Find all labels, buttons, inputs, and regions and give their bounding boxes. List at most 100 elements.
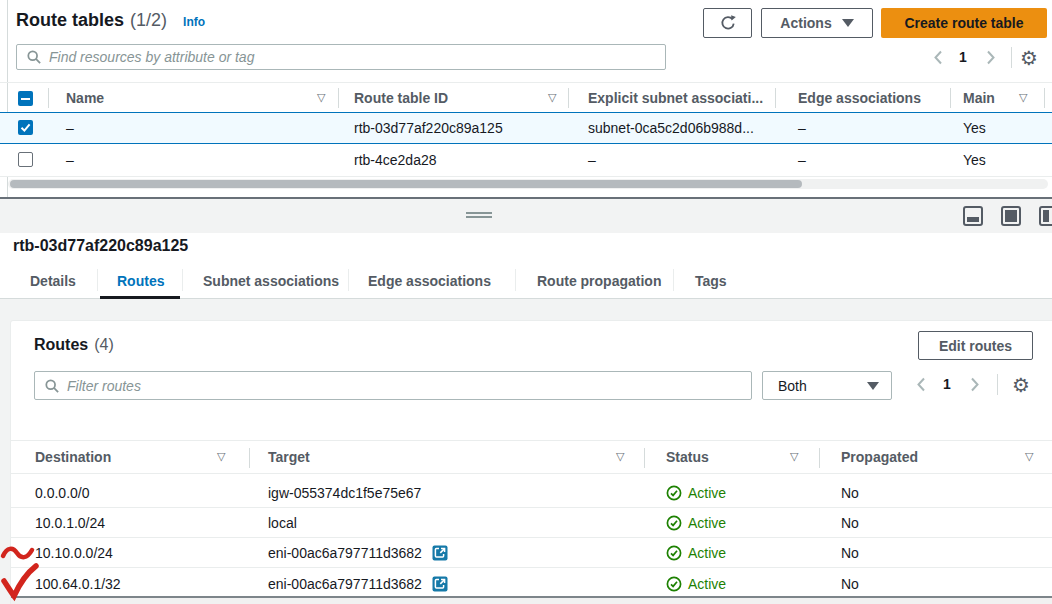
status-active-icon [666, 485, 682, 501]
next-page-icon[interactable] [986, 50, 996, 65]
actions-button[interactable]: Actions [761, 8, 873, 38]
page-title-count: (1/2) [130, 10, 167, 31]
cell-status: Active [688, 485, 726, 501]
route-row: 0.0.0.0/0 igw-055374dc1f5e75e67 Active N… [11, 477, 1052, 508]
status-active-icon [666, 576, 682, 592]
edit-routes-label: Edit routes [939, 338, 1012, 354]
prev-page-icon[interactable] [933, 50, 943, 65]
status-active-icon [666, 515, 682, 531]
route-row: 10.0.1.0/24 local Active No [11, 508, 1052, 538]
cell-status: Active [688, 545, 726, 561]
subnet-link[interactable]: subnet-0ca5c2d06b988d... [588, 120, 754, 136]
target-link[interactable]: eni-00ac6a797711d3682 [268, 576, 422, 592]
next-page-icon[interactable] [970, 377, 980, 392]
both-select-caret-icon [867, 382, 879, 390]
route-tables-page: Route tables (1/2) Info Actions Create r… [0, 0, 1052, 604]
create-route-table-label: Create route table [904, 15, 1023, 31]
column-header-name[interactable]: Name [66, 90, 104, 106]
route-table-id-link[interactable]: rtb-4ce2da28 [354, 152, 437, 168]
column-divider [1044, 88, 1045, 108]
filter-routes-input[interactable]: Filter routes [34, 371, 752, 400]
sort-icon-route-table-id[interactable]: ▽ [548, 91, 556, 104]
cell-edge: – [798, 152, 806, 168]
cell-edge: – [798, 120, 806, 136]
cell-subnet: – [588, 152, 596, 168]
cell-main: Yes [963, 120, 986, 136]
tab-tags[interactable]: Tags [695, 273, 727, 289]
column-divider [338, 88, 339, 108]
column-divider [644, 448, 645, 468]
panel-layout-full-icon[interactable] [1001, 206, 1021, 226]
page-title: Route tables (1/2) Info [16, 10, 205, 31]
refresh-icon [719, 14, 737, 32]
page-number[interactable]: 1 [959, 49, 967, 65]
panel-layout-bottom-icon[interactable] [963, 206, 983, 226]
pagination-divider [997, 374, 998, 395]
search-input[interactable]: Find resources by attribute or tag [16, 44, 666, 70]
cell-name: – [66, 120, 74, 136]
sort-icon-destination[interactable]: ▽ [217, 450, 225, 463]
page-title-text: Route tables [16, 10, 124, 31]
column-header-explicit-subnet[interactable]: Explicit subnet associati... [588, 90, 763, 106]
detail-title: rtb-03d77af220c89a125 [13, 237, 188, 255]
pagination-divider [1011, 47, 1012, 68]
tab-subnet-associations[interactable]: Subnet associations [203, 273, 339, 289]
column-header-target[interactable]: Target [268, 449, 310, 465]
routes-page-number[interactable]: 1 [943, 376, 951, 392]
table-row[interactable]: – rtb-03d77af220c89a125 subnet-0ca5c2d06… [0, 112, 1052, 144]
routes-count: (4) [94, 336, 114, 354]
tab-route-propagation[interactable]: Route propagation [537, 273, 661, 289]
column-divider [950, 88, 951, 108]
routes-title-text: Routes [34, 336, 88, 354]
column-header-destination[interactable]: Destination [35, 449, 111, 465]
split-panel: rtb-03d77af220c89a125 Details Routes Sub… [0, 199, 1052, 604]
sort-icon-main[interactable]: ▽ [1019, 91, 1027, 104]
column-header-main[interactable]: Main [963, 90, 995, 106]
split-divider-handle[interactable] [466, 212, 492, 218]
panel-layout-side-icon[interactable] [1039, 206, 1052, 226]
refresh-button[interactable] [703, 8, 752, 38]
column-divider [568, 88, 569, 108]
cell-status: Active [688, 576, 726, 592]
prev-page-icon[interactable] [916, 377, 926, 392]
route-tables-panel: Route tables (1/2) Info Actions Create r… [0, 0, 1052, 199]
target-link[interactable]: igw-055374dc1f5e75e67 [268, 485, 421, 501]
tab-details[interactable]: Details [30, 273, 76, 289]
cell-destination: 10.0.1.0/24 [35, 515, 105, 531]
settings-gear-icon[interactable]: ⚙ [1020, 48, 1038, 68]
cell-destination: 100.64.0.1/32 [35, 576, 121, 592]
scrollbar-thumb[interactable] [10, 180, 802, 188]
route-table-id-link[interactable]: rtb-03d77af220c89a125 [354, 120, 503, 136]
sort-icon-target[interactable]: ▽ [616, 450, 624, 463]
search-icon [45, 379, 59, 393]
sort-icon-name[interactable]: ▽ [317, 91, 325, 104]
sort-icon-status[interactable]: ▽ [790, 450, 798, 463]
horizontal-scrollbar[interactable] [8, 179, 1048, 189]
column-divider [819, 448, 820, 468]
external-link-icon[interactable] [432, 576, 448, 592]
info-link[interactable]: Info [183, 15, 205, 29]
row-checkbox[interactable] [18, 152, 33, 167]
target-link[interactable]: eni-00ac6a797711d3682 [268, 545, 422, 561]
tab-edge-associations[interactable]: Edge associations [368, 273, 491, 289]
both-select-value: Both [778, 378, 807, 394]
table-row[interactable]: – rtb-4ce2da28 – – Yes [0, 144, 1052, 177]
sort-icon-propagated[interactable]: ▽ [1025, 450, 1033, 463]
cell-propagated: No [841, 515, 859, 531]
select-all-checkbox[interactable] [18, 91, 33, 106]
routes-settings-gear-icon[interactable]: ⚙ [1012, 375, 1030, 395]
external-link-icon[interactable] [432, 545, 448, 561]
column-header-route-table-id[interactable]: Route table ID [354, 90, 448, 106]
row-checkbox[interactable] [18, 120, 33, 135]
cell-name: – [66, 152, 74, 168]
column-header-propagated[interactable]: Propagated [841, 449, 918, 465]
edit-routes-button[interactable]: Edit routes [918, 331, 1033, 360]
routes-card: Routes (4) Edit routes Filter routes Bot… [10, 320, 1052, 604]
tab-routes[interactable]: Routes [117, 273, 164, 289]
column-header-status[interactable]: Status [666, 449, 709, 465]
both-select[interactable]: Both [762, 371, 892, 400]
create-route-table-button[interactable]: Create route table [881, 8, 1047, 38]
cell-target: local [268, 515, 297, 531]
column-header-edge-associations[interactable]: Edge associations [798, 90, 921, 106]
column-divider [48, 88, 49, 108]
